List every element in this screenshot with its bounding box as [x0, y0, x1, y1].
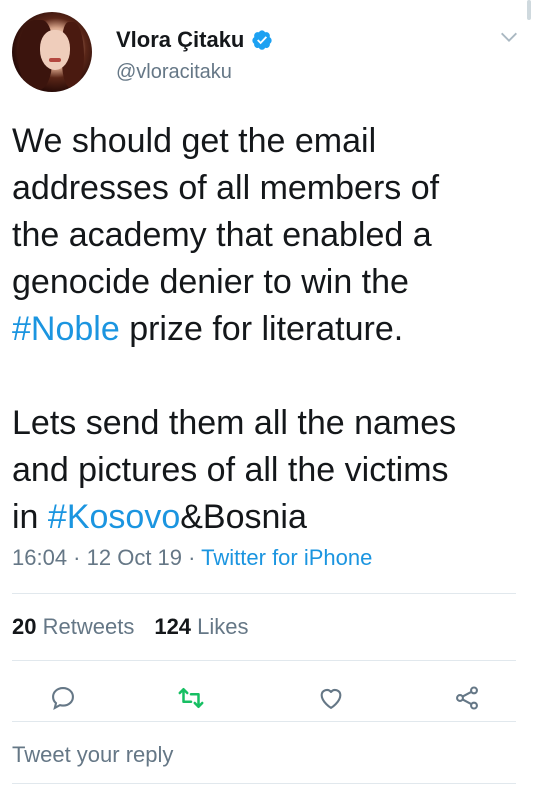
tweet-text: We should get the email addresses of all…: [12, 122, 457, 536]
divider: [12, 660, 516, 661]
like-button[interactable]: [314, 681, 348, 715]
author-handle[interactable]: @vloracitaku: [116, 61, 232, 84]
hashtag-noble-link[interactable]: #Noble: [12, 310, 120, 348]
tweet-time[interactable]: 16:04: [12, 545, 67, 570]
chevron-down-icon[interactable]: [498, 26, 520, 48]
retweets-label: Retweets: [42, 614, 135, 639]
engagement-stats: 20 Retweets 124 Likes: [12, 614, 249, 640]
hashtag-kosovo-link[interactable]: #Kosovo: [48, 498, 180, 536]
divider: [12, 721, 516, 722]
meta-separator: ·: [67, 545, 87, 570]
reply-icon: [52, 687, 74, 710]
tweet-source-link[interactable]: Twitter for iPhone: [201, 545, 372, 570]
tweet-meta: 16:04 · 12 Oct 19 · Twitter for iPhone: [12, 545, 372, 571]
author-name[interactable]: Vlora Çitaku: [116, 27, 244, 53]
divider: [12, 593, 516, 594]
verified-badge-icon: [252, 30, 272, 50]
share-button[interactable]: [450, 681, 484, 715]
tweet-date[interactable]: 12 Oct 19: [87, 545, 182, 570]
likes-stat[interactable]: 124 Likes: [154, 614, 248, 640]
likes-count: 124: [154, 614, 192, 639]
retweets-stat[interactable]: 20 Retweets: [12, 614, 134, 640]
meta-separator: ·: [182, 545, 202, 570]
scroll-indicator[interactable]: [527, 0, 531, 20]
reply-button[interactable]: [46, 681, 80, 715]
share-icon: [456, 686, 478, 710]
tweet-header: Vlora Çitaku @vloracitaku: [12, 12, 522, 98]
avatar[interactable]: [12, 12, 92, 92]
reply-input-underline: [12, 783, 516, 784]
tweet-actions: [0, 673, 534, 721]
retweet-button[interactable]: [174, 681, 208, 715]
retweets-count: 20: [12, 614, 37, 639]
retweet-icon: [178, 688, 204, 708]
reply-input[interactable]: Tweet your reply: [12, 742, 173, 768]
author-name-row[interactable]: Vlora Çitaku: [116, 27, 273, 53]
likes-label: Likes: [197, 614, 249, 639]
heart-icon: [320, 688, 342, 709]
